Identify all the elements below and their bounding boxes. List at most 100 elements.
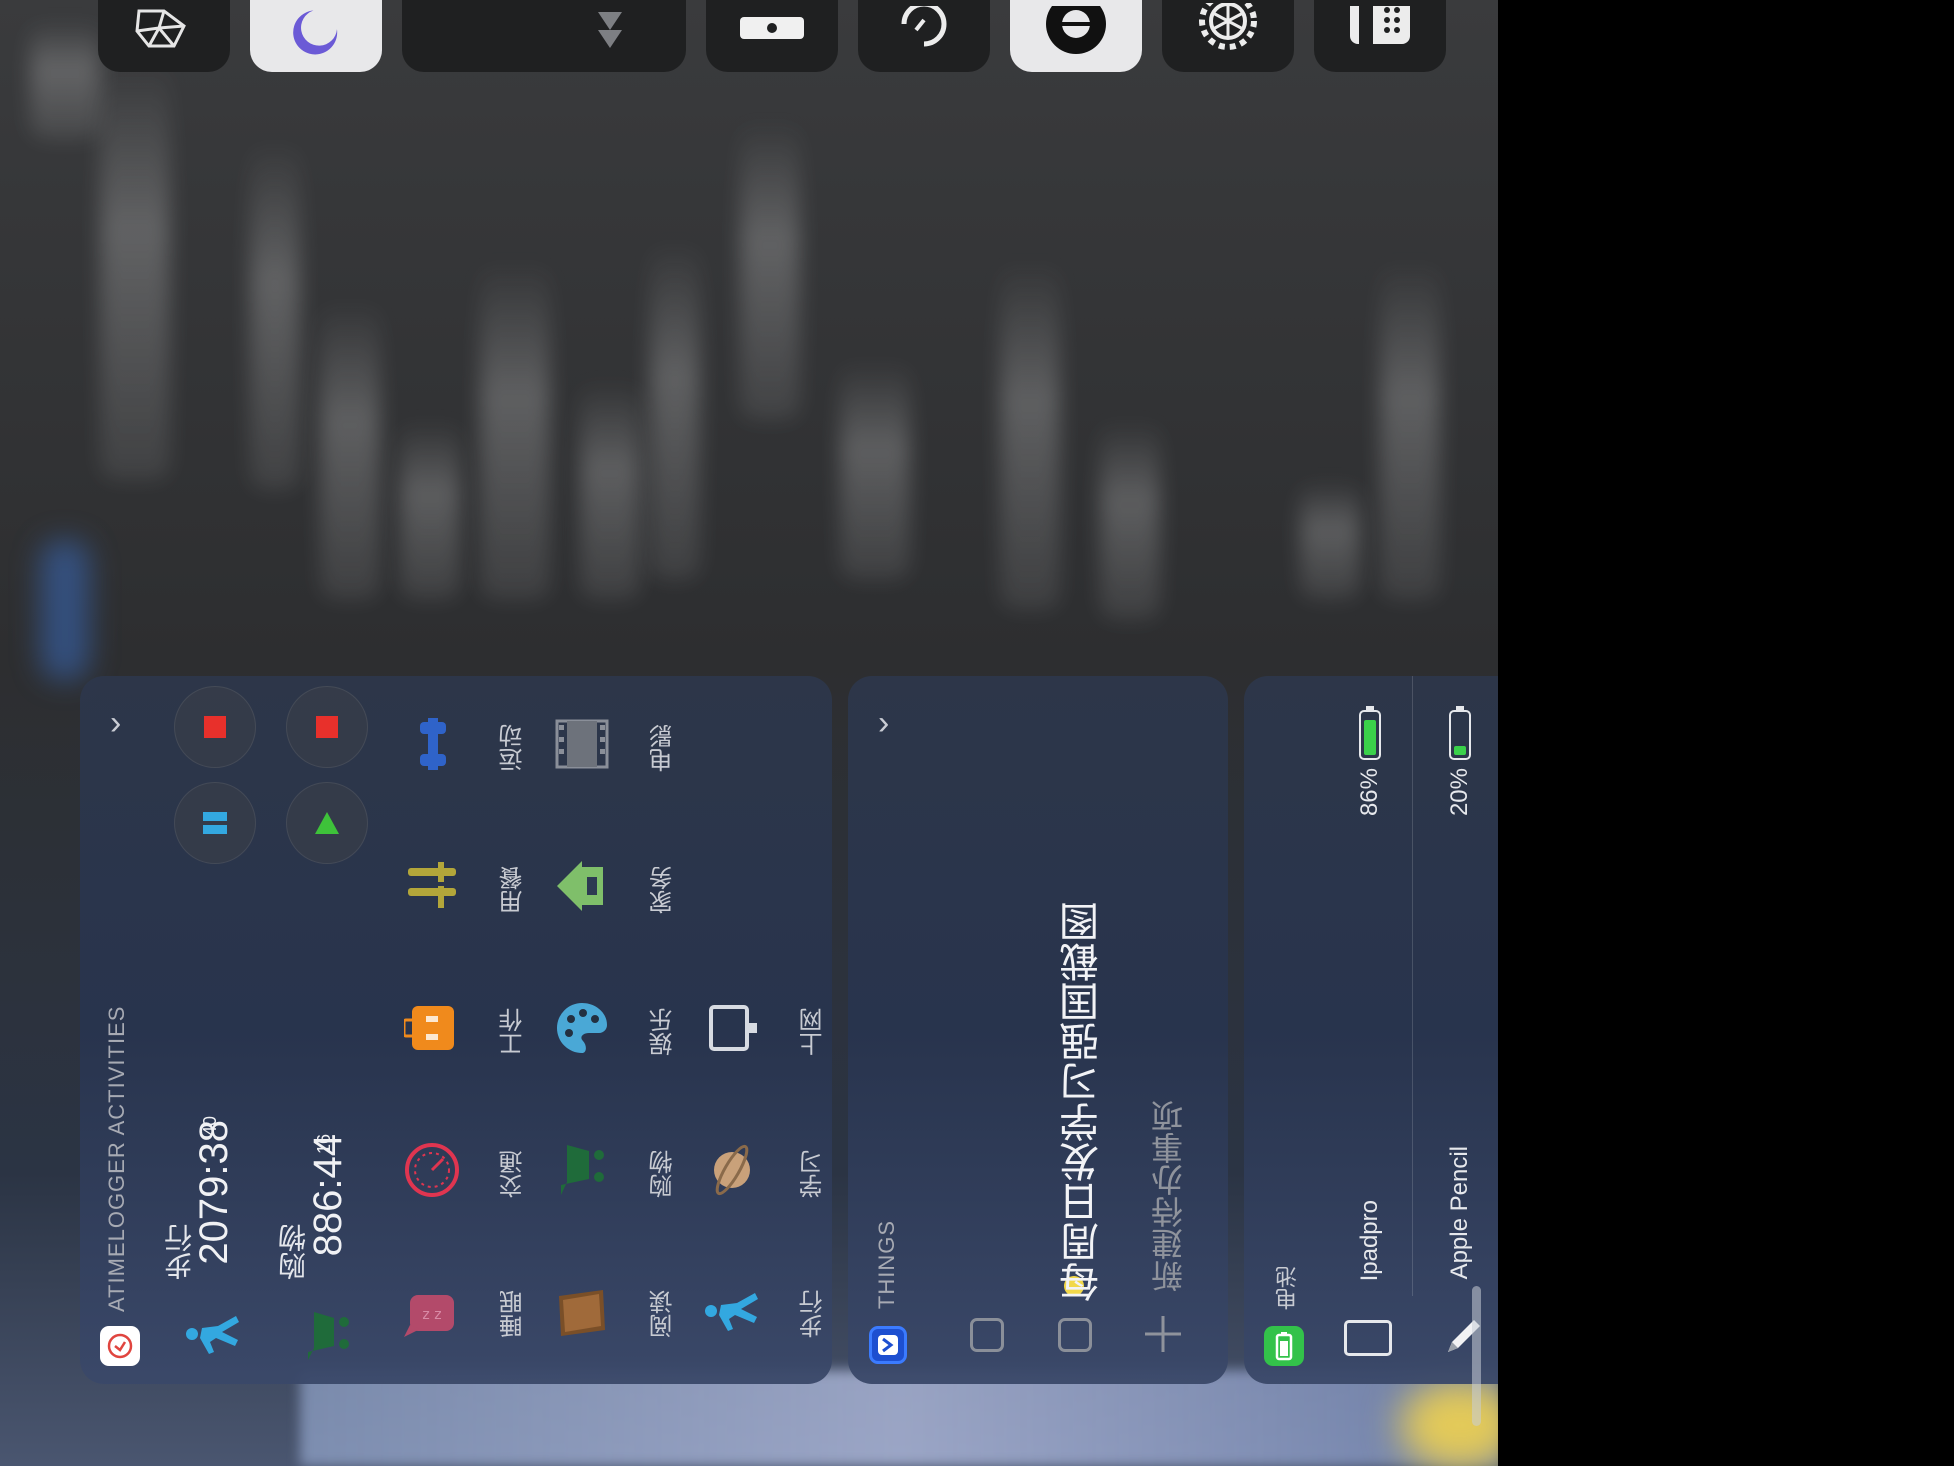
plus-icon[interactable] — [1143, 1314, 1183, 1354]
battery-level-icon — [1359, 706, 1381, 760]
cube-icon — [129, 6, 199, 56]
running-activity-time: 2079:38 — [192, 1120, 236, 1265]
activity-internet-button[interactable] — [702, 1000, 762, 1060]
activity-label: 娱乐 — [650, 1008, 677, 1056]
moon-icon — [291, 6, 341, 56]
activity-label: 购物 — [650, 1150, 677, 1198]
battery-percent: 86% — [1356, 768, 1383, 817]
background-blur — [100, 60, 170, 480]
do-not-disturb-tile[interactable] — [250, 0, 382, 72]
walking-icon — [184, 1306, 244, 1371]
task-checkbox[interactable] — [1058, 1318, 1092, 1352]
shopping-cart-icon — [298, 1306, 358, 1371]
activity-transport-button[interactable] — [402, 1142, 462, 1202]
stop-icon — [204, 716, 226, 738]
activity-label: 工作 — [500, 1008, 527, 1056]
background-blur — [400, 420, 460, 600]
control-center-screen: › ATIMELOGGER ACTIVITIES 步行 2079:38 40 购… — [0, 0, 1498, 1466]
activity-study-button[interactable] — [702, 1142, 762, 1202]
activity-label: 步行 — [800, 1290, 827, 1338]
activity-label: 阅读 — [650, 1290, 677, 1338]
activity-work-button[interactable] — [402, 1000, 462, 1060]
timer-tile[interactable] — [858, 0, 990, 72]
atimelogger-app-icon — [100, 1326, 140, 1366]
activity-exercise-button[interactable] — [402, 716, 462, 776]
activity-label: 运动 — [500, 724, 527, 772]
battery-level-icon — [1449, 706, 1471, 760]
background-blur — [1100, 420, 1160, 620]
camera-shutter-icon — [1041, 6, 1111, 56]
background-blur — [1300, 480, 1360, 600]
background-blur — [740, 120, 800, 420]
running-activity-seconds: 40 — [200, 1116, 220, 1137]
camera-tile[interactable] — [1010, 0, 1142, 72]
stop-icon — [316, 716, 338, 738]
stop-shopping-button[interactable] — [286, 686, 368, 768]
things-expand-chevron-icon[interactable]: › — [878, 706, 889, 740]
background-blur — [300, 1370, 1498, 1466]
device-divider — [1412, 676, 1413, 1296]
volume-slider[interactable] — [402, 0, 686, 72]
sleep-icon: z z — [404, 1285, 460, 1346]
calculator-tile[interactable] — [1314, 0, 1446, 72]
ipad-device-icon — [1344, 1320, 1392, 1356]
activity-label: 学习 — [800, 1150, 827, 1198]
play-icon — [315, 812, 339, 834]
background-blur — [30, 20, 100, 140]
speedometer-icon — [403, 1141, 461, 1204]
battery-header: 电池 — [1275, 1266, 1300, 1310]
scroll-indicator[interactable] — [1472, 1286, 1481, 1426]
resume-shopping-button[interactable] — [286, 782, 368, 864]
background-blur — [1380, 260, 1440, 600]
background-blur — [250, 140, 300, 490]
device-name: Apple Pencil — [1446, 1146, 1473, 1280]
activity-meal-button[interactable] — [402, 858, 462, 918]
task-title[interactable]: 每周日发学习强国截图 — [1054, 902, 1112, 1302]
book-icon — [553, 1284, 611, 1347]
activity-label: 上网 — [800, 1008, 827, 1056]
walking-icon — [703, 1284, 761, 1347]
device-name: Ipadpro — [1356, 1200, 1383, 1282]
volume-down-icon — [592, 4, 628, 54]
activity-walking-button[interactable] — [702, 1285, 762, 1345]
letterbox-area — [1498, 0, 1954, 1466]
settings-gear-icon — [1193, 3, 1263, 59]
background-blur — [840, 360, 910, 580]
things-header: THINGS — [874, 1220, 899, 1310]
briefcase-icon — [402, 1000, 460, 1061]
shopping-cart-icon — [553, 1141, 611, 1204]
timer-icon — [894, 6, 954, 56]
settings-tile[interactable] — [1162, 0, 1294, 72]
dumbbell-icon — [404, 716, 460, 777]
activity-movie-button[interactable] — [552, 716, 612, 776]
activity-reading-button[interactable] — [552, 1285, 612, 1345]
things-app-icon — [869, 1326, 907, 1364]
stop-walking-button[interactable] — [174, 686, 256, 768]
planet-icon — [703, 1141, 761, 1204]
activity-label: 家务 — [650, 866, 677, 914]
svg-text:z z: z z — [422, 1307, 441, 1323]
cube-tile[interactable] — [98, 0, 230, 72]
flashlight-tile[interactable] — [706, 0, 838, 72]
flashlight-icon — [732, 11, 812, 51]
activity-shopping-button[interactable] — [552, 1142, 612, 1202]
palette-icon — [553, 999, 611, 1062]
battery-percent: 20% — [1446, 768, 1473, 817]
atimelogger-expand-chevron-icon[interactable]: › — [110, 706, 121, 740]
background-blur — [580, 380, 640, 600]
activity-label: 睡眠 — [500, 1290, 527, 1338]
activity-sleep-button[interactable]: z z — [402, 1285, 462, 1345]
background-blur — [1000, 260, 1060, 610]
atimelogger-header: ATIMELOGGER ACTIVITIES — [104, 1005, 129, 1312]
film-icon — [553, 715, 611, 778]
new-todo-button[interactable]: 新建待办事项 — [1146, 1100, 1192, 1292]
task-checkbox[interactable] — [970, 1318, 1004, 1352]
activity-housework-button[interactable] — [552, 858, 612, 918]
background-blur — [650, 240, 700, 580]
house-icon — [553, 857, 611, 920]
pause-walking-button[interactable] — [174, 782, 256, 864]
fork-knife-icon — [404, 858, 460, 919]
activity-entertainment-button[interactable] — [552, 1000, 612, 1060]
activity-label: 电影 — [650, 724, 677, 772]
background-blur — [480, 260, 550, 600]
